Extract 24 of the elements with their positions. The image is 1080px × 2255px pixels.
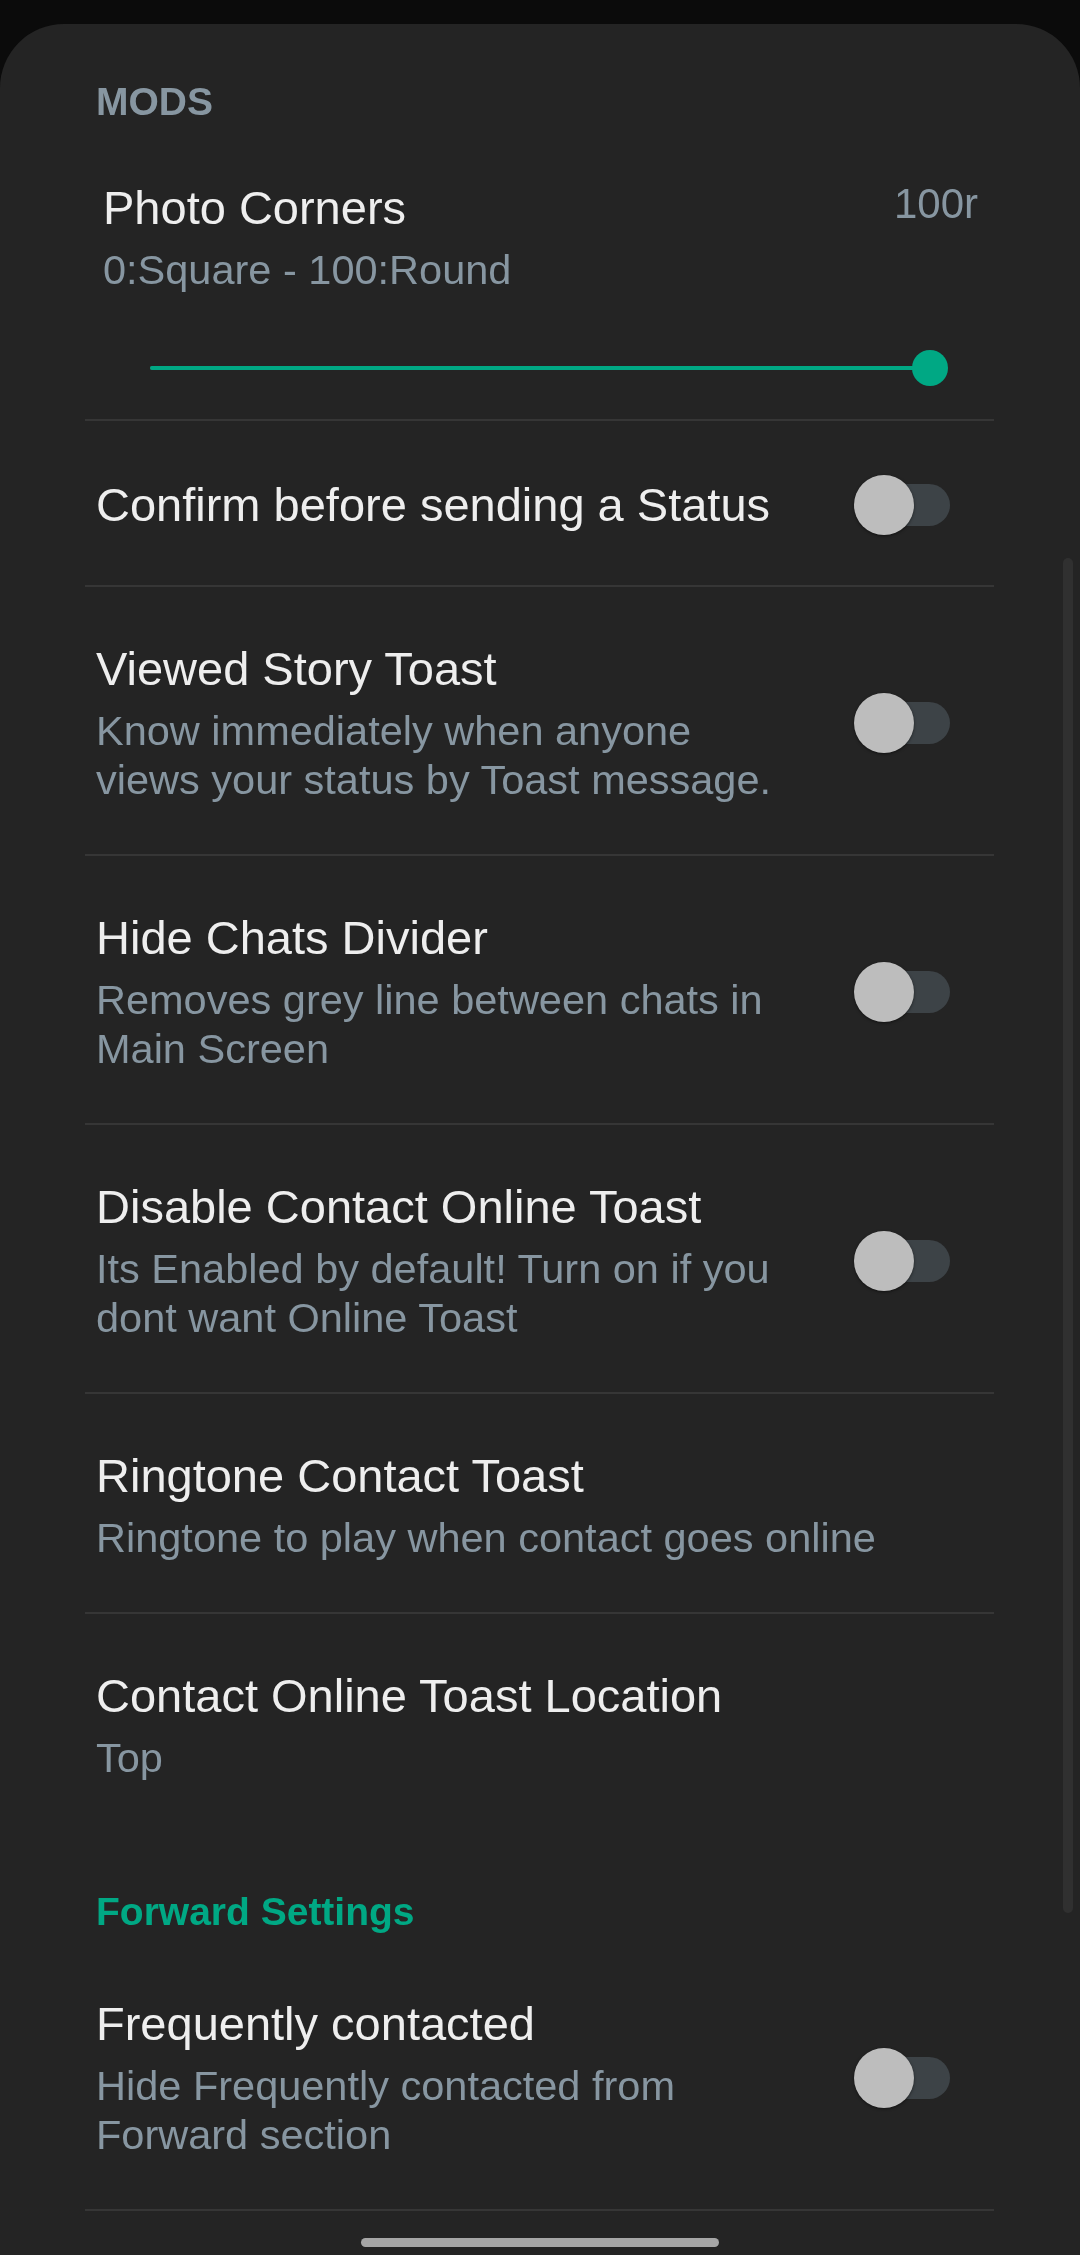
setting-title: Hide Chats Divider	[96, 910, 489, 966]
setting-title: Confirm before sending a Status	[96, 477, 772, 533]
toggle-switch[interactable]	[854, 692, 950, 753]
setting-summary: Removes grey line between chats in Main Screen	[96, 975, 764, 1073]
toggle-switch[interactable]	[854, 475, 950, 535]
setting-summary: Top	[96, 1733, 164, 1782]
setting-value: 100r	[893, 180, 978, 228]
setting-summary: 0:Square - 100:Round	[103, 245, 513, 294]
section-header: MODS	[95, 79, 214, 125]
toggle-switch[interactable]	[854, 2047, 950, 2108]
slider-thumb[interactable]	[912, 350, 948, 386]
setting-summary: Ringtone to play when contact goes online	[96, 1513, 877, 1562]
setting-title: Photo Corners	[103, 180, 407, 236]
setting-title: Ringtone Contact Toast	[96, 1448, 585, 1504]
setting-title: Viewed Story Toast	[96, 641, 498, 697]
setting-title: Contact Online Toast Location	[96, 1668, 724, 1724]
toggle-switch[interactable]	[854, 1230, 950, 1291]
setting-title: Disable Contact Online Toast	[96, 1179, 703, 1235]
section-header: Forward Settings	[95, 1889, 416, 1935]
setting-title: Frequently contacted	[96, 1996, 536, 2052]
setting-summary: Know immediately when anyone views your status by Toast message.	[96, 706, 773, 804]
setting-summary: Hide Frequently contacted from Forward section	[96, 2061, 676, 2159]
toggle-switch[interactable]	[854, 961, 950, 1022]
setting-summary: Its Enabled by default! Turn on if you dont want Online Toast	[96, 1244, 771, 1342]
